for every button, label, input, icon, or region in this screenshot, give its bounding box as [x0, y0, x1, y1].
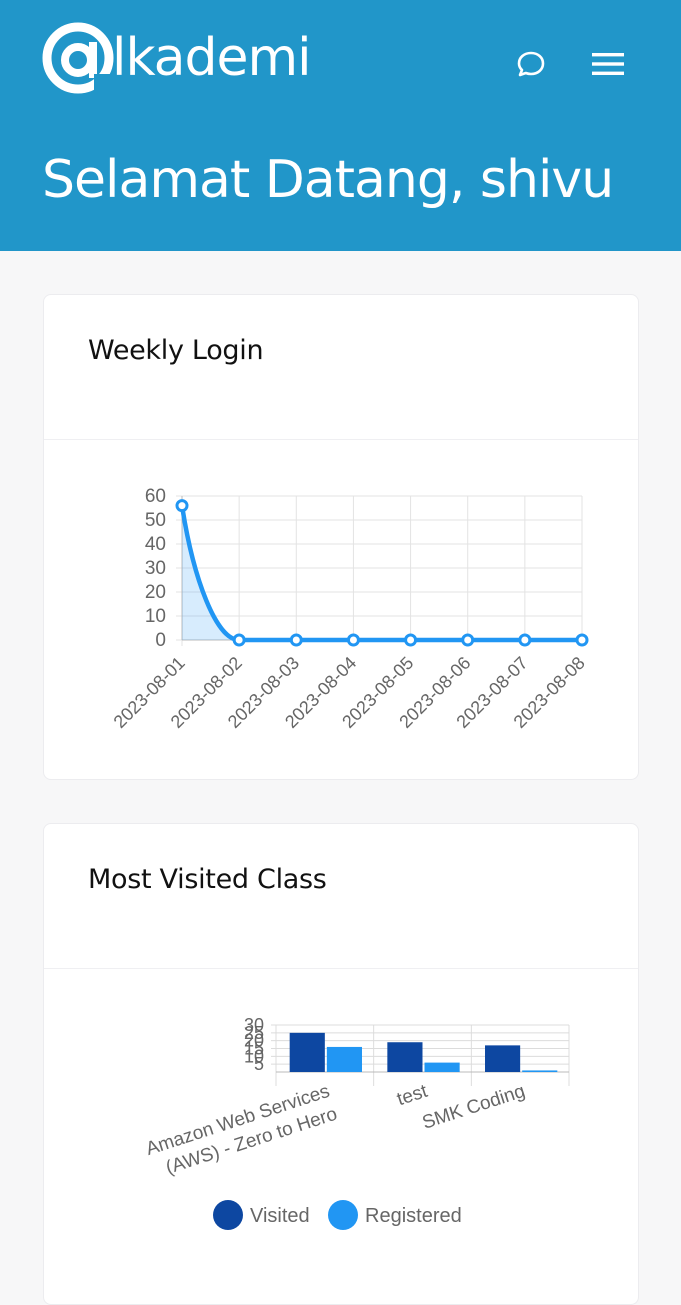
- card-header: Most Visited Class: [44, 824, 638, 969]
- bar-visited: [289, 1032, 325, 1072]
- y-tick-label: 50: [145, 510, 166, 531]
- data-point: [518, 633, 532, 647]
- x-tick-line: test: [394, 1081, 430, 1111]
- line-chart-svg: 01020304050602023-08-012023-08-022023-08…: [110, 486, 589, 732]
- legend-label: Visited: [250, 1205, 310, 1227]
- y-tick-label: 30: [244, 1015, 264, 1035]
- hamburger-menu-icon: [592, 53, 624, 75]
- data-point: [175, 499, 189, 513]
- data-point: [289, 633, 303, 647]
- y-tick-label: 40: [145, 534, 166, 555]
- x-tick-line: SMK Coding: [420, 1081, 528, 1134]
- x-tick-label: test: [394, 1081, 430, 1111]
- legend-label: Registered: [365, 1205, 462, 1227]
- legend-swatch: [213, 1200, 243, 1230]
- logo-at-icon: [42, 22, 116, 94]
- data-point: [461, 633, 475, 647]
- data-point: [232, 633, 246, 647]
- most-visited-chart: 5 10 15 20 25 30 Amazon Web Services(AWS) - Ze…: [44, 969, 638, 1303]
- bar-registered: [326, 1046, 362, 1072]
- chat-button[interactable]: [511, 44, 551, 84]
- logo[interactable]: lkademi: [42, 22, 312, 94]
- series-area: [182, 505, 582, 640]
- x-tick-label: Amazon Web Services(AWS) - Zero to Hero: [143, 1081, 339, 1183]
- legend-swatch: [328, 1200, 358, 1230]
- card-title: Most Visited Class: [88, 864, 327, 895]
- data-point: [575, 633, 589, 647]
- bar-registered: [424, 1062, 460, 1072]
- bar-chart-svg: 51015202530Amazon Web Services(AWS) - Ze…: [143, 1015, 570, 1230]
- card-header: Weekly Login: [44, 295, 638, 440]
- x-tick-label: SMK Coding: [420, 1081, 528, 1134]
- bar-visited: [485, 1045, 521, 1072]
- data-point: [404, 633, 418, 647]
- chat-bubble-icon: [517, 51, 545, 77]
- data-point: [346, 633, 360, 647]
- most-visited-card: Most Visited Class 5 10 15 20 25 30 Amazon Web…: [43, 823, 639, 1305]
- series-line: [179, 503, 585, 643]
- card-title: Weekly Login: [88, 335, 264, 366]
- y-tick-label: 0: [155, 630, 166, 651]
- bar-visited: [387, 1042, 423, 1072]
- y-tick-label: 20: [145, 582, 166, 603]
- menu-button[interactable]: [588, 44, 628, 84]
- logo-text: lkademi: [112, 28, 312, 88]
- bar-registered: [522, 1070, 558, 1072]
- weekly-login-card: Weekly Login 0 10 20 30 40 50 60 2023-08-01 2023…: [43, 294, 639, 780]
- y-tick-label: 60: [145, 486, 166, 507]
- y-tick-label: 10: [145, 606, 166, 627]
- weekly-login-chart: 0 10 20 30 40 50 60 2023-08-01 2023-08-02 2023-08…: [44, 440, 638, 779]
- y-tick-label: 30: [145, 558, 166, 579]
- app-header: lkademi Selamat Datang, shivu: [0, 0, 681, 251]
- welcome-heading: Selamat Datang, shivu: [42, 150, 614, 210]
